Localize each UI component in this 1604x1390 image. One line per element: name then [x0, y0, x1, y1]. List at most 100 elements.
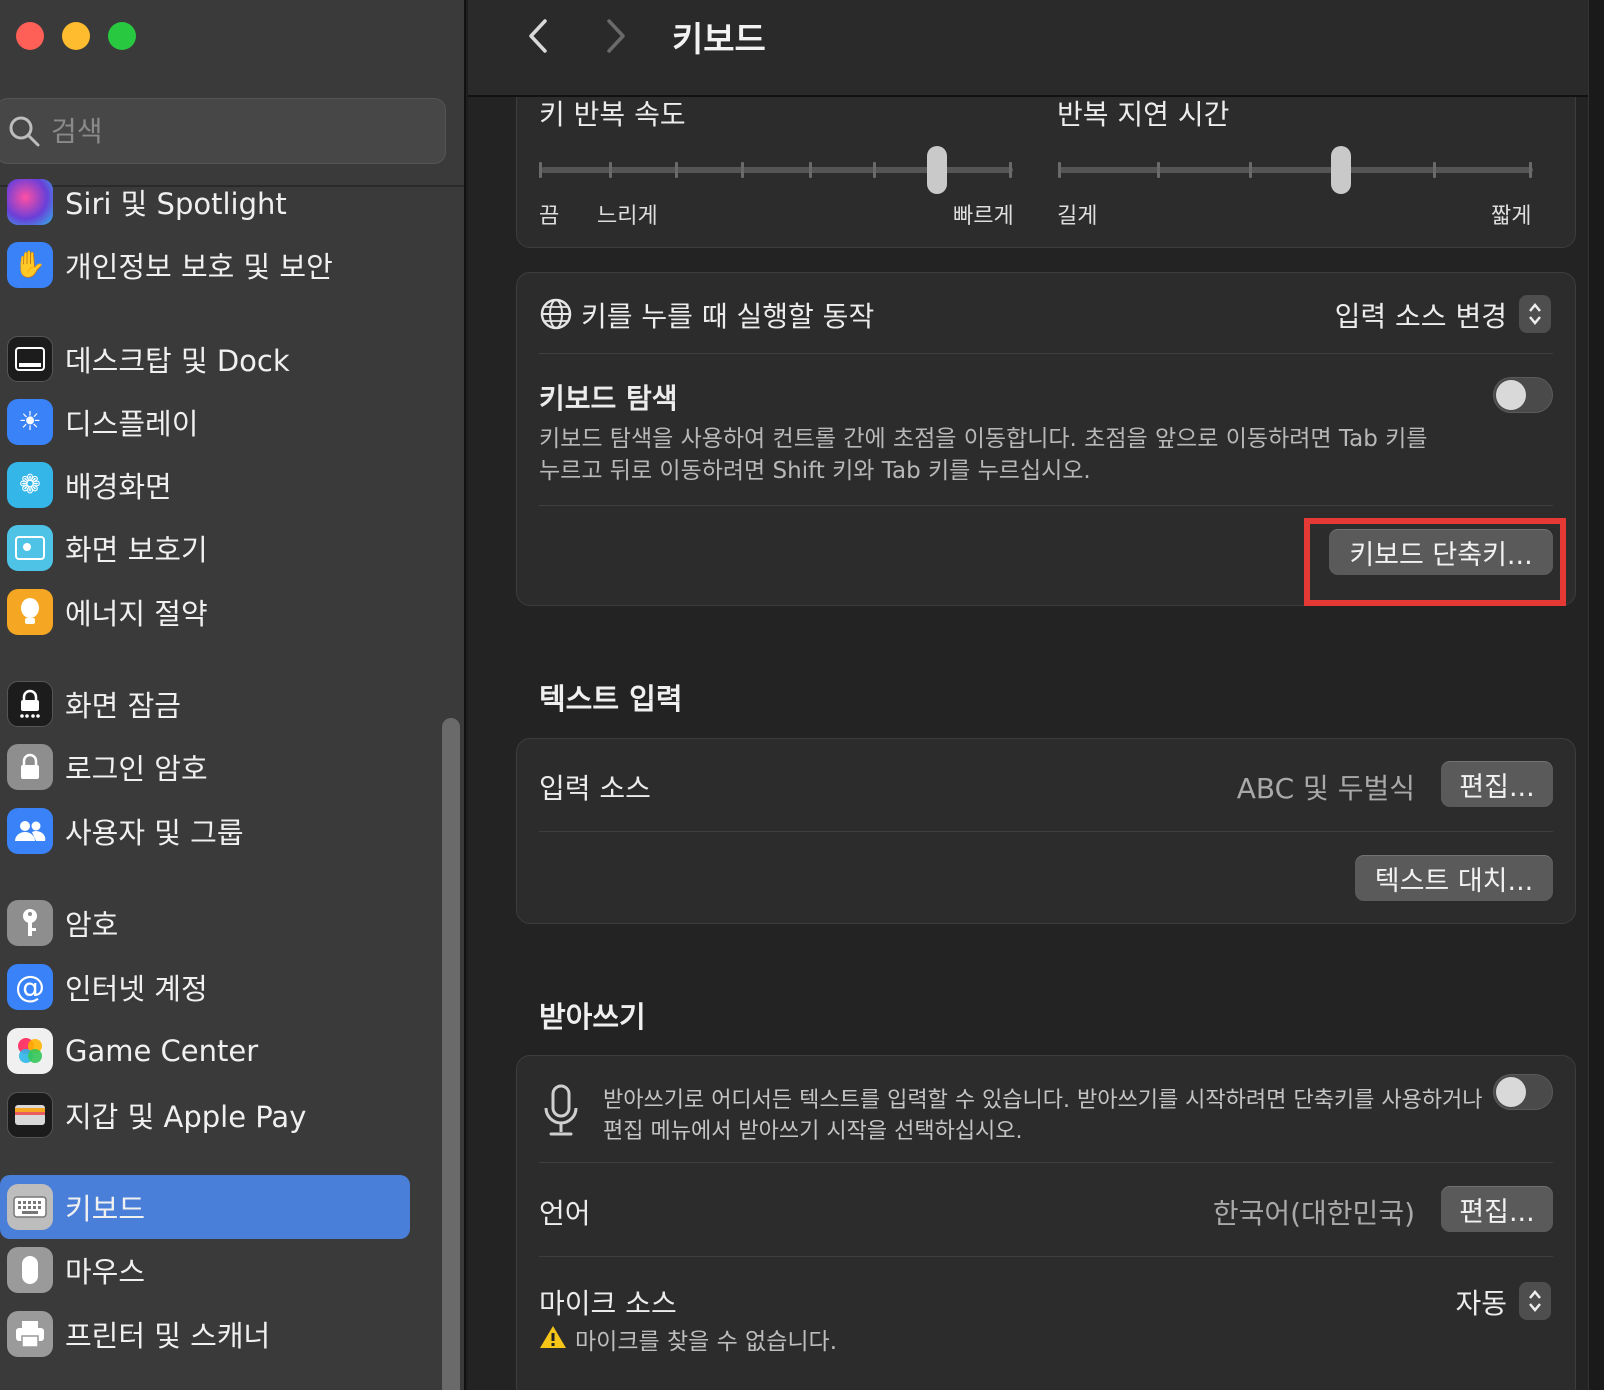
sidebar-item-passwords[interactable]: 암호 [0, 891, 410, 955]
input-sources-value: ABC 및 두벌식 [1236, 772, 1415, 805]
text-input-heading: 텍스트 입력 [539, 682, 683, 716]
globe-key-action-label: 키를 누를 때 실행할 동작 [581, 300, 875, 333]
sidebar-item-label: 로그인 암호 [65, 752, 208, 786]
sidebar-item-display[interactable]: ☀ 디스플레이 [0, 390, 410, 454]
highlight-box [1304, 518, 1566, 606]
up-down-chevron-icon [1519, 1282, 1551, 1320]
sidebar-item-screensaver[interactable]: 화면 보호기 [0, 516, 410, 580]
chevron-left-icon [529, 19, 547, 53]
globe-icon [540, 298, 572, 330]
input-sources-label: 입력 소스 [539, 772, 651, 805]
lightbulb-icon [7, 589, 53, 635]
sidebar-item-label: 에너지 절약 [65, 597, 208, 631]
sidebar-item-label: 데스크탑 및 Dock [65, 344, 290, 378]
search-icon [9, 116, 40, 147]
delay-short-label: 짧게 [1491, 204, 1532, 229]
page-title: 키보드 [672, 20, 766, 60]
hand-icon: ✋ [7, 242, 53, 288]
key-icon [7, 900, 53, 946]
dock-icon [7, 336, 53, 382]
text-replacements-button[interactable]: 텍스트 대치... [1355, 855, 1553, 901]
sidebar-item-mouse[interactable]: 마우스 [0, 1238, 410, 1302]
keyboard-nav-desc-line2: 누르고 뒤로 이동하려면 Shift 키와 Tab 키를 누르십시오. [539, 458, 1091, 484]
sidebar-item-internet-accounts[interactable]: @ 인터넷 계정 [0, 955, 410, 1019]
up-down-chevron-icon [1519, 295, 1551, 333]
sidebar-item-users-groups[interactable]: 사용자 및 그룹 [0, 799, 410, 863]
chevron-right-icon [607, 19, 625, 53]
dictation-desc-line2: 편집 메뉴에서 받아쓰기 시작을 선택하십시오. [603, 1119, 1023, 1144]
rate-slow-label: 느리게 [597, 204, 658, 229]
input-sources-edit-button[interactable]: 편집... [1441, 761, 1553, 807]
keyboard-nav-toggle[interactable] [1493, 377, 1553, 413]
users-icon [7, 808, 53, 854]
keyboard-nav-title: 키보드 탐색 [539, 382, 678, 415]
dictation-desc-line1: 받아쓰기로 어디서든 텍스트를 입력할 수 있습니다. 받아쓰기를 시작하려면 … [603, 1088, 1483, 1113]
minimize-window-button[interactable] [62, 22, 90, 50]
mic-source-value: 자동 [1455, 1287, 1507, 1320]
wallet-icon [7, 1092, 53, 1138]
row-divider [539, 1162, 1553, 1163]
sidebar-item-privacy-security[interactable]: ✋ 개인정보 보호 및 보안 [0, 233, 410, 297]
key-repeat-rate-label: 키 반복 속도 [539, 98, 686, 131]
sun-icon: ☀ [7, 399, 53, 445]
dictation-toggle[interactable] [1493, 1074, 1553, 1110]
mic-warning-text: 마이크를 찾을 수 없습니다. [575, 1329, 838, 1355]
sidebar-item-label: Siri 및 Spotlight [65, 187, 287, 221]
repeat-delay-thumb[interactable] [1331, 146, 1351, 194]
row-divider [539, 1256, 1553, 1257]
rate-off-label: 끔 [539, 204, 560, 229]
warning-icon [540, 1326, 566, 1348]
sidebar-item-login-password[interactable]: 로그인 암호 [0, 735, 410, 799]
game-center-icon [7, 1028, 53, 1074]
lock-icon [7, 744, 53, 790]
sidebar-item-label: 인터넷 계정 [65, 972, 208, 1006]
sidebar-item-game-center[interactable]: Game Center [0, 1019, 410, 1083]
sidebar: Siri 및 Spotlight ✋ 개인정보 보호 및 보안 데스크탑 및 D… [0, 0, 466, 1390]
dictation-language-label: 언어 [539, 1197, 591, 1230]
sidebar-item-label: 프린터 및 스캐너 [65, 1319, 271, 1353]
window-controls [16, 22, 136, 50]
back-button[interactable] [518, 14, 558, 58]
microphone-icon [544, 1084, 578, 1136]
lock-screen-icon [7, 681, 53, 727]
main-pane: 키 반복 속도 반복 지연 시간 끔 느리게 빠르게 길게 짧게 키를 누를 때… [468, 0, 1604, 1390]
forward-button[interactable] [596, 14, 636, 58]
text-input-card: 입력 소스 ABC 및 두벌식 편집... 텍스트 대치... [516, 738, 1576, 924]
toolbar: 키보드 [468, 0, 1588, 97]
sidebar-item-siri-spotlight[interactable]: Siri 및 Spotlight [0, 170, 410, 234]
close-window-button[interactable] [16, 22, 44, 50]
sidebar-item-printers-scanners[interactable]: 프린터 및 스캐너 [0, 1302, 410, 1366]
sidebar-item-label: 배경화면 [65, 470, 172, 504]
sidebar-item-label: 지갑 및 Apple Pay [65, 1100, 307, 1134]
zoom-window-button[interactable] [108, 22, 136, 50]
sidebar-item-label: 개인정보 보호 및 보안 [65, 250, 333, 284]
sidebar-item-lock-screen[interactable]: 화면 잠금 [0, 672, 410, 736]
sidebar-item-wallet-apple-pay[interactable]: 지갑 및 Apple Pay [0, 1083, 410, 1147]
dictation-heading: 받아쓰기 [539, 1000, 646, 1034]
dictation-card: 받아쓰기로 어디서든 텍스트를 입력할 수 있습니다. 받아쓰기를 시작하려면 … [516, 1055, 1576, 1390]
key-repeat-rate-thumb[interactable] [927, 146, 947, 194]
sidebar-item-label: 키보드 [65, 1192, 146, 1226]
flower-icon: ❁ [7, 462, 53, 508]
row-divider [539, 505, 1553, 506]
at-icon: @ [7, 964, 53, 1010]
dictation-language-edit-button[interactable]: 편집... [1441, 1186, 1553, 1232]
sidebar-item-keyboard[interactable]: 키보드 [0, 1175, 410, 1239]
sidebar-scrollbar[interactable] [442, 718, 460, 1390]
row-divider [539, 831, 1553, 832]
sidebar-item-label: 화면 잠금 [65, 689, 181, 723]
sidebar-item-label: Game Center [65, 1034, 259, 1068]
mouse-icon [7, 1247, 53, 1293]
screensaver-icon [7, 525, 53, 571]
search-input[interactable] [51, 114, 411, 148]
sidebar-item-label: 화면 보호기 [65, 533, 208, 567]
window-edge [1588, 0, 1604, 1390]
row-divider [539, 353, 1553, 354]
keyboard-nav-desc-line1: 키보드 탐색을 사용하여 컨트롤 간에 초점을 이동합니다. 초점을 앞으로 이… [539, 426, 1428, 452]
sidebar-item-energy-saver[interactable]: 에너지 절약 [0, 580, 410, 644]
sidebar-item-wallpaper[interactable]: ❁ 배경화면 [0, 453, 410, 517]
search-field[interactable] [0, 98, 446, 164]
sidebar-item-desktop-dock[interactable]: 데스크탑 및 Dock [0, 327, 410, 391]
keyboard-icon [7, 1184, 53, 1230]
globe-key-action-value: 입력 소스 변경 [1334, 300, 1507, 333]
